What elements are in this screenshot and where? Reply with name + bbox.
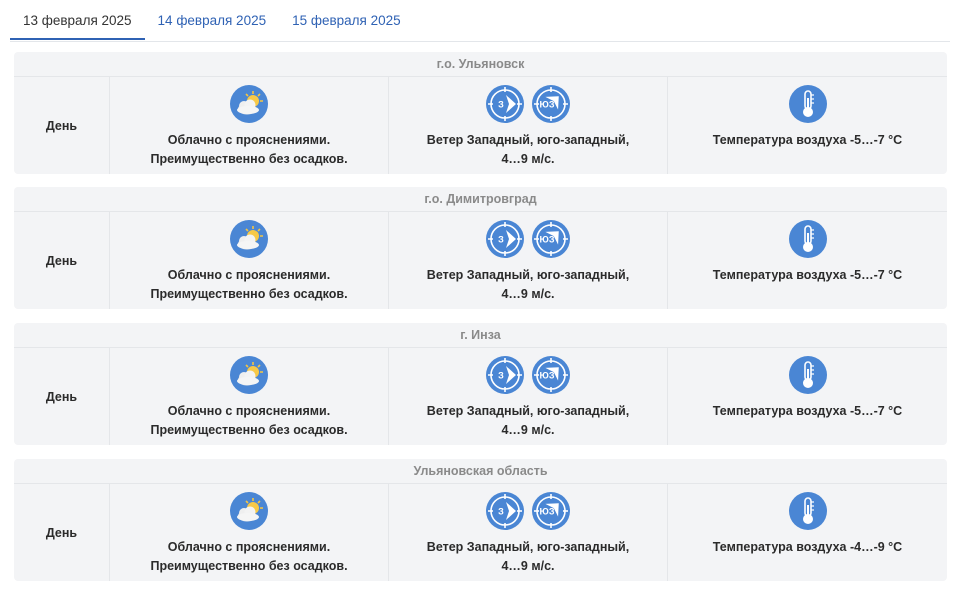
- wind-west-icon: З: [485, 84, 525, 124]
- wind-line-2: 4…9 м/с.: [501, 152, 555, 166]
- location-title: Ульяновская область: [14, 459, 947, 484]
- forecast-card: Ульяновская область День Облачно с прояс…: [14, 459, 947, 581]
- svg-text:ЮЗ: ЮЗ: [540, 100, 555, 110]
- svg-text:ЮЗ: ЮЗ: [540, 371, 555, 381]
- weather-line-2: Преимущественно без осадков.: [150, 152, 348, 166]
- partly-cloudy-icon: [229, 84, 269, 124]
- forecast-card: г. Инза День Облачно с прояснениями. Преи…: [14, 323, 947, 445]
- wind-southwest-icon: ЮЗ: [531, 219, 571, 259]
- temperature-line: Температура воздуха -5…-7 °С: [712, 133, 903, 147]
- wind-line-2: 4…9 м/с.: [501, 559, 555, 573]
- svg-text:З: З: [498, 100, 504, 110]
- partly-cloudy-icon: [229, 219, 269, 259]
- wind-west-icon: З: [485, 355, 525, 395]
- period-label: День: [14, 77, 110, 174]
- thermometer-icon: [788, 491, 828, 531]
- tab-date-1[interactable]: 13 февраля 2025: [10, 0, 145, 40]
- wind-west-icon: З: [485, 491, 525, 531]
- wind-southwest-icon: ЮЗ: [531, 84, 571, 124]
- wind-cell: З ЮЗ Ветер Западный, юго-западный, 4…9 м/…: [389, 77, 668, 174]
- thermometer-icon: [788, 355, 828, 395]
- temperature-cell: Температура воздуха -5…-7 °С: [668, 77, 947, 174]
- weather-line-2: Преимущественно без осадков.: [150, 423, 348, 437]
- weather-cell: Облачно с прояснениями. Преимущественно б…: [110, 484, 389, 581]
- weather-cell: Облачно с прояснениями. Преимущественно б…: [110, 77, 389, 174]
- temperature-cell: Температура воздуха -5…-7 °С: [668, 212, 947, 309]
- weather-line-2: Преимущественно без осадков.: [150, 559, 348, 573]
- svg-text:З: З: [498, 371, 504, 381]
- period-label: День: [14, 484, 110, 581]
- weather-line-1: Облачно с прояснениями.: [167, 268, 331, 282]
- location-title: г.о. Димитровград: [14, 187, 947, 212]
- wind-line-2: 4…9 м/с.: [501, 423, 555, 437]
- thermometer-icon: [788, 219, 828, 259]
- svg-text:З: З: [498, 507, 504, 517]
- weather-line-1: Облачно с прояснениями.: [167, 133, 331, 147]
- wind-west-icon: З: [485, 219, 525, 259]
- location-title: г.о. Ульяновск: [14, 52, 947, 77]
- period-label: День: [14, 212, 110, 309]
- wind-cell: З ЮЗ Ветер Западный, юго-западный, 4…9 м/…: [389, 348, 668, 445]
- temperature-cell: Температура воздуха -5…-7 °С: [668, 348, 947, 445]
- wind-southwest-icon: ЮЗ: [531, 355, 571, 395]
- svg-text:З: З: [498, 235, 504, 245]
- weather-cell: Облачно с прояснениями. Преимущественно б…: [110, 212, 389, 309]
- svg-text:ЮЗ: ЮЗ: [540, 507, 555, 517]
- period-label: День: [14, 348, 110, 445]
- forecast-card: г.о. Димитровград День Облачно с проясне…: [14, 187, 947, 309]
- svg-text:ЮЗ: ЮЗ: [540, 235, 555, 245]
- wind-line-2: 4…9 м/с.: [501, 287, 555, 301]
- weather-line-1: Облачно с прояснениями.: [167, 540, 331, 554]
- wind-cell: З ЮЗ Ветер Западный, юго-западный, 4…9 м/…: [389, 484, 668, 581]
- wind-southwest-icon: ЮЗ: [531, 491, 571, 531]
- wind-cell: З ЮЗ Ветер Западный, юго-западный, 4…9 м/…: [389, 212, 668, 309]
- forecast-card: г.о. Ульяновск День Облачно с прояснения…: [14, 52, 947, 174]
- temperature-line: Температура воздуха -4…-9 °С: [712, 540, 903, 554]
- partly-cloudy-icon: [229, 355, 269, 395]
- wind-line-1: Ветер Западный, юго-западный,: [426, 133, 630, 147]
- weather-line-1: Облачно с прояснениями.: [167, 404, 331, 418]
- weather-line-2: Преимущественно без осадков.: [150, 287, 348, 301]
- date-tabs: 13 февраля 2025 14 февраля 2025 15 февра…: [10, 0, 950, 42]
- wind-line-1: Ветер Западный, юго-западный,: [426, 268, 630, 282]
- wind-line-1: Ветер Западный, юго-западный,: [426, 540, 630, 554]
- location-title: г. Инза: [14, 323, 947, 348]
- tab-date-2[interactable]: 14 февраля 2025: [145, 0, 280, 40]
- wind-line-1: Ветер Западный, юго-западный,: [426, 404, 630, 418]
- partly-cloudy-icon: [229, 491, 269, 531]
- thermometer-icon: [788, 84, 828, 124]
- temperature-line: Температура воздуха -5…-7 °С: [712, 268, 903, 282]
- tab-date-3[interactable]: 15 февраля 2025: [279, 0, 414, 40]
- temperature-cell: Температура воздуха -4…-9 °С: [668, 484, 947, 581]
- weather-cell: Облачно с прояснениями. Преимущественно б…: [110, 348, 389, 445]
- temperature-line: Температура воздуха -5…-7 °С: [712, 404, 903, 418]
